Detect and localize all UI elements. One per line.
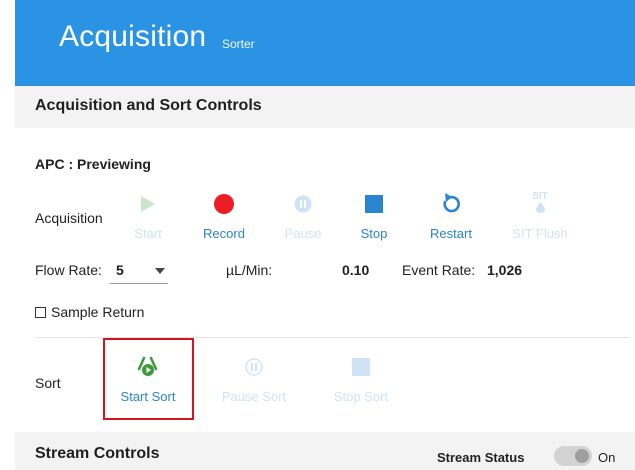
record-button[interactable]: Record bbox=[189, 191, 259, 241]
record-icon bbox=[214, 194, 234, 214]
toggle-knob bbox=[575, 449, 589, 463]
event-rate-value: 1,026 bbox=[487, 262, 523, 278]
sit-flush-label: SIT Flush bbox=[512, 226, 568, 241]
pause-sort-label: Pause Sort bbox=[221, 389, 287, 404]
stream-status-label: Stream Status bbox=[437, 450, 525, 465]
status-line: APC : Previewing bbox=[35, 156, 151, 172]
stop-sort-button[interactable]: Stop Sort bbox=[326, 354, 396, 404]
stop-icon bbox=[365, 195, 383, 213]
start-sort-label: Start Sort bbox=[120, 389, 176, 404]
title-bar: Acquisition Sorter bbox=[15, 0, 635, 86]
stream-controls-section-header: Stream Controls bbox=[15, 432, 635, 470]
restart-label: Restart bbox=[430, 226, 472, 241]
restart-button[interactable]: Restart bbox=[416, 191, 486, 241]
toggle-state-label: On bbox=[598, 450, 616, 465]
record-label: Record bbox=[203, 226, 245, 241]
acquisition-row-label: Acquisition bbox=[35, 210, 103, 226]
pause-button[interactable]: Pause bbox=[268, 191, 338, 241]
start-sort-icon bbox=[137, 356, 158, 376]
chevron-down-icon bbox=[155, 268, 165, 274]
ul-per-min-label: µL/Min: bbox=[226, 262, 273, 278]
checkbox-box[interactable] bbox=[35, 306, 46, 318]
pause-icon bbox=[245, 358, 263, 376]
pause-label: Pause bbox=[284, 226, 322, 241]
stop-button[interactable]: Stop bbox=[339, 191, 409, 241]
droplet-icon bbox=[535, 202, 545, 213]
sample-return-label: Sample Return bbox=[51, 304, 145, 320]
ul-per-min-value: 0.10 bbox=[342, 262, 370, 278]
start-sort-button[interactable]: Start Sort bbox=[113, 354, 183, 404]
stop-icon bbox=[352, 358, 370, 376]
start-label: Start bbox=[134, 226, 162, 241]
stop-label: Stop bbox=[360, 226, 388, 241]
flow-rate-label: Flow Rate: bbox=[35, 262, 102, 278]
section-title: Stream Controls bbox=[35, 445, 160, 462]
start-button[interactable]: Start bbox=[113, 191, 183, 241]
sort-row-label: Sort bbox=[35, 375, 61, 391]
pause-sort-button[interactable]: Pause Sort bbox=[219, 354, 289, 404]
page-title: Acquisition bbox=[59, 20, 207, 53]
sit-flush-button[interactable]: SIT SIT Flush bbox=[505, 187, 575, 241]
play-icon bbox=[141, 196, 155, 212]
sit-icon-text: SIT bbox=[532, 191, 548, 202]
acquisition-sort-section-header: Acquisition and Sort Controls bbox=[15, 86, 635, 128]
stop-sort-label: Stop Sort bbox=[333, 389, 389, 404]
event-rate-label: Event Rate: bbox=[402, 262, 476, 278]
stream-status-toggle[interactable] bbox=[554, 446, 592, 466]
flow-rate-value: 5 bbox=[116, 262, 124, 278]
pause-icon bbox=[294, 195, 312, 213]
page-subtitle: Sorter bbox=[222, 37, 255, 51]
section-title: Acquisition and Sort Controls bbox=[35, 97, 262, 114]
restart-icon bbox=[443, 193, 460, 213]
flow-rate-dropdown[interactable]: 5 bbox=[110, 258, 168, 284]
sample-return-checkbox[interactable]: Sample Return bbox=[35, 304, 144, 320]
